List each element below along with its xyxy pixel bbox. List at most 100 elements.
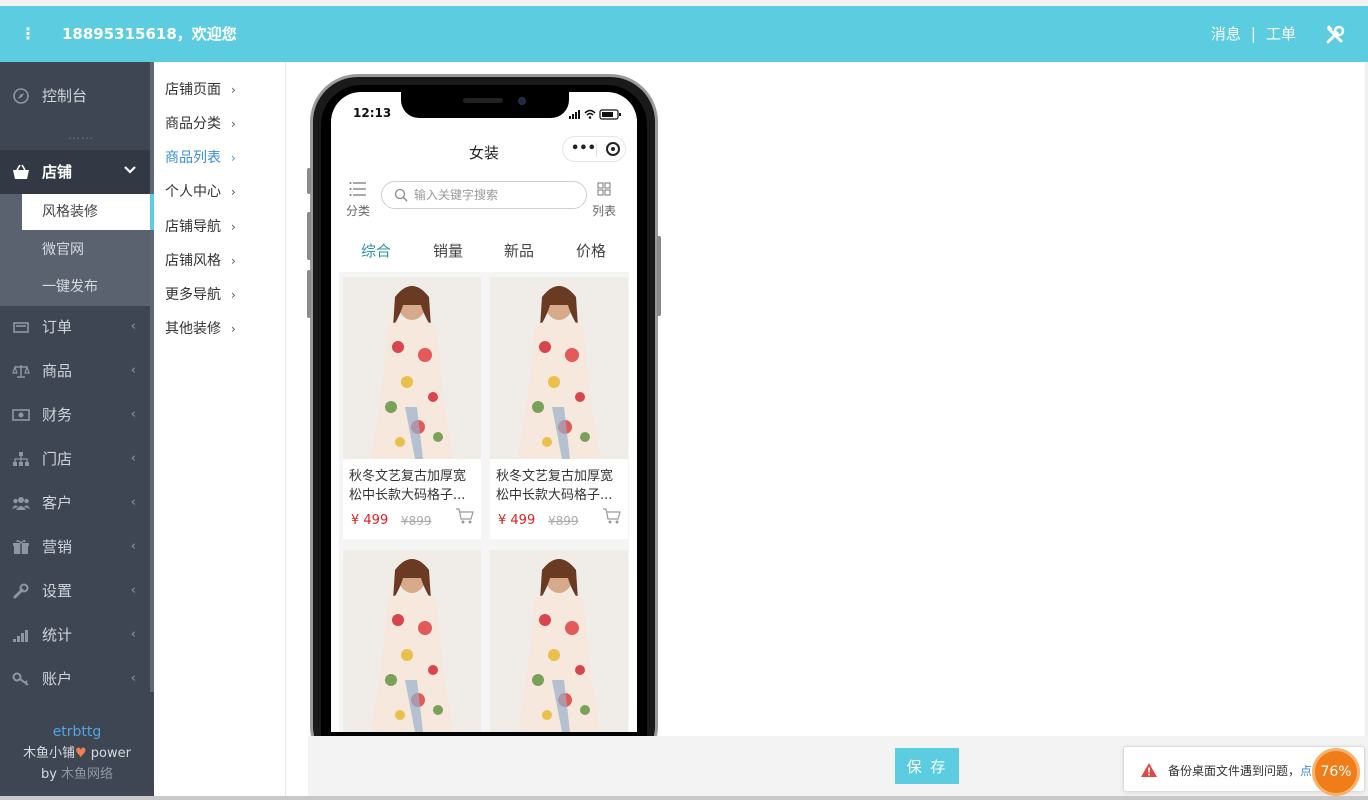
close-target-icon[interactable] bbox=[606, 142, 620, 156]
sidebar-item-store[interactable]: 店铺 bbox=[0, 150, 150, 194]
submenu-label: 店铺导航 bbox=[165, 219, 221, 235]
product-image[interactable] bbox=[343, 277, 481, 459]
phone-mute-button bbox=[307, 168, 311, 194]
chevron-left-icon: ‹ bbox=[130, 671, 136, 686]
notification-link[interactable]: 点 bbox=[1300, 764, 1312, 778]
submenu-label: 店铺页面 bbox=[165, 82, 221, 98]
footer-username[interactable]: etrbttg bbox=[0, 722, 154, 743]
sidebar-item-label: 商品 bbox=[42, 362, 73, 380]
dress-photo bbox=[490, 277, 628, 459]
sitemap-icon bbox=[12, 451, 30, 467]
chevron-right-icon: › bbox=[231, 185, 236, 199]
product-image[interactable] bbox=[490, 550, 628, 732]
submenu-style-decoration[interactable]: 风格装修 bbox=[22, 194, 154, 230]
category-button[interactable]: 分类 bbox=[341, 180, 375, 220]
product-card[interactable] bbox=[490, 550, 628, 732]
camera-icon bbox=[518, 97, 526, 105]
sidebar-item-label: 门店 bbox=[42, 450, 73, 468]
product-original-price: ¥899 bbox=[401, 514, 432, 528]
submenu-product-list[interactable]: 商品列表 › bbox=[165, 147, 236, 169]
sidebar-item-settings[interactable]: 设置 ‹ bbox=[0, 569, 150, 613]
taskbar-strip bbox=[0, 796, 1368, 800]
gift-icon bbox=[12, 539, 30, 555]
list-view-button[interactable]: 列表 bbox=[587, 180, 621, 220]
sort-tab-price[interactable]: 价格 bbox=[561, 240, 621, 261]
cart-icon[interactable] bbox=[602, 507, 622, 525]
header-separator: | bbox=[1250, 25, 1256, 43]
users-icon bbox=[12, 495, 30, 511]
dress-photo bbox=[343, 277, 481, 459]
search-box[interactable] bbox=[381, 181, 587, 209]
sort-tab-overall[interactable]: 综合 bbox=[346, 240, 406, 261]
grid-icon bbox=[597, 182, 611, 196]
product-original-price: ¥899 bbox=[548, 514, 579, 528]
sort-tab-new[interactable]: 新品 bbox=[489, 240, 549, 261]
sidebar-item-account[interactable]: 账户 ‹ bbox=[0, 657, 150, 701]
warning-icon bbox=[1141, 763, 1157, 777]
chevron-right-icon: › bbox=[231, 220, 236, 234]
notification-message: 备份桌面文件遇到问题，点 bbox=[1168, 762, 1312, 779]
sidebar-item-customers[interactable]: 客户 ‹ bbox=[0, 481, 150, 525]
footer-power-word: power bbox=[86, 746, 131, 761]
submenu-other-decoration[interactable]: 其他装修 › bbox=[165, 318, 236, 340]
product-card[interactable]: 秋冬文艺复古加厚宽松中长款大码格子... ¥ 499 ¥899 bbox=[490, 277, 628, 539]
phone-power-button bbox=[657, 236, 661, 316]
save-button[interactable]: 保 存 bbox=[895, 748, 959, 784]
scale-icon bbox=[12, 363, 30, 379]
category-label: 分类 bbox=[345, 204, 370, 218]
sidebar-item-finance[interactable]: 财务 ‹ bbox=[0, 393, 150, 437]
product-name: 秋冬文艺复古加厚宽松中长款大码格子... bbox=[349, 469, 467, 503]
sidebar-item-label: 订单 bbox=[42, 318, 73, 336]
submenu-one-click-publish[interactable]: 一键发布 bbox=[22, 269, 150, 305]
status-time: 12:13 bbox=[353, 106, 392, 120]
tickets-link[interactable]: 工单 bbox=[1266, 24, 1296, 44]
product-image[interactable] bbox=[343, 550, 481, 732]
search-input[interactable] bbox=[414, 186, 578, 204]
performance-badge[interactable]: 76% bbox=[1312, 748, 1360, 796]
basket-icon bbox=[12, 164, 30, 180]
footer-company[interactable]: 木鱼网络 bbox=[61, 767, 113, 782]
submenu-label: 商品分类 bbox=[165, 116, 221, 132]
search-icon bbox=[394, 188, 408, 202]
tools-icon[interactable] bbox=[1324, 24, 1346, 46]
footer-power: 木鱼小铺♥ power bbox=[0, 743, 154, 764]
submenu-more-navigation[interactable]: 更多导航 › bbox=[165, 284, 236, 306]
sort-tab-sales[interactable]: 销量 bbox=[418, 240, 478, 261]
product-card[interactable] bbox=[343, 550, 481, 732]
more-dots-icon[interactable]: ••• bbox=[571, 141, 596, 157]
product-card[interactable]: 秋冬文艺复古加厚宽松中长款大码格子... ¥ 499 ¥899 bbox=[343, 277, 481, 539]
submenu-store-page[interactable]: 店铺页面 › bbox=[165, 79, 236, 101]
sidebar-item-products[interactable]: 商品 ‹ bbox=[0, 349, 150, 393]
money-icon bbox=[12, 407, 30, 423]
sidebar-item-statistics[interactable]: 统计 ‹ bbox=[0, 613, 150, 657]
top-header: ⋮ 18895315618，欢迎您 消息 | 工单 bbox=[0, 6, 1368, 62]
chevron-right-icon: › bbox=[231, 117, 236, 131]
submenu-store-navigation[interactable]: 店铺导航 › bbox=[165, 216, 236, 238]
dress-photo bbox=[343, 550, 481, 732]
sidebar-item-label: 账户 bbox=[42, 670, 73, 688]
submenu-personal-center[interactable]: 个人中心 › bbox=[165, 181, 236, 203]
sidebar-item-stores[interactable]: 门店 ‹ bbox=[0, 437, 150, 481]
decoration-submenu: 店铺页面 › 商品分类 › 商品列表 › 个人中心 › 店铺导航 › 店铺风格 › 更多导航… bbox=[154, 62, 286, 800]
messages-link[interactable]: 消息 bbox=[1211, 24, 1241, 44]
submenu-label: 更多导航 bbox=[165, 287, 221, 303]
sidebar-item-orders[interactable]: 订单 ‹ bbox=[0, 305, 150, 349]
product-image[interactable] bbox=[490, 277, 628, 459]
cart-icon[interactable] bbox=[455, 507, 475, 525]
mini-program-capsule[interactable]: ••• bbox=[562, 136, 626, 162]
submenu-product-category[interactable]: 商品分类 › bbox=[165, 113, 236, 135]
capsule-divider bbox=[596, 143, 597, 157]
store-submenu: 风格装修 微官网 一键发布 bbox=[0, 194, 154, 306]
list-lines-icon bbox=[349, 182, 366, 196]
chevron-left-icon: ‹ bbox=[130, 583, 136, 598]
phone-volume-up-button bbox=[307, 212, 311, 260]
more-vertical-icon[interactable]: ⋮ bbox=[20, 24, 36, 44]
order-icon bbox=[12, 319, 30, 335]
submenu-store-style[interactable]: 店铺风格 › bbox=[165, 250, 236, 272]
chevron-left-icon: ‹ bbox=[130, 319, 136, 334]
list-label: 列表 bbox=[591, 204, 616, 218]
submenu-micro-site[interactable]: 微官网 bbox=[22, 232, 150, 268]
sidebar-item-marketing[interactable]: 营销 ‹ bbox=[0, 525, 150, 569]
sidebar-item-dashboard[interactable]: 控制台 bbox=[0, 74, 150, 118]
product-name: 秋冬文艺复古加厚宽松中长款大码格子... bbox=[496, 469, 614, 503]
